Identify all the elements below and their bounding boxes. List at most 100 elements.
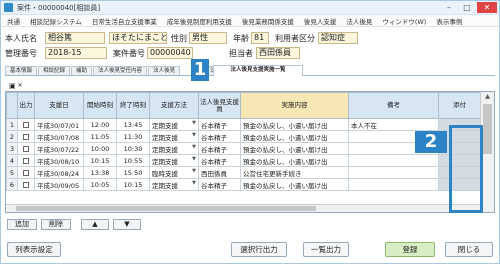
- dropdown-icon[interactable]: ▼: [192, 168, 196, 174]
- row-number[interactable]: 5: [6, 166, 18, 179]
- table-row[interactable]: 5 平成30/08/24 13:38 15:50 臨時支援 ▼ 西田係員 公営住宅更新手続き: [6, 166, 481, 179]
- table-row[interactable]: 6 平成30/09/05 10:05 10:15 定期支援 ▼ 谷本精子 預金の払戻し、小遣い…: [6, 178, 481, 191]
- menu-daily-life[interactable]: 日常生活自立支援事業: [92, 16, 157, 26]
- cell-note[interactable]: 本人不在: [348, 118, 439, 131]
- checkbox[interactable]: [23, 157, 29, 164]
- column-settings-button[interactable]: 列表示設定: [7, 242, 61, 257]
- scroll-up-icon[interactable]: ▲: [481, 92, 494, 102]
- close-button[interactable]: 閉じる: [445, 242, 493, 257]
- category-field[interactable]: 認知症: [318, 32, 358, 44]
- scroll-thumb[interactable]: [483, 104, 492, 154]
- header-method[interactable]: 支援方法: [149, 92, 199, 119]
- tab-basic-info[interactable]: 基本情報: [5, 66, 38, 75]
- maximize-icon[interactable]: □: [459, 2, 475, 13]
- header-staff[interactable]: 法人後見支援員: [198, 92, 241, 119]
- cell-start[interactable]: 12:00: [83, 118, 117, 131]
- cell-note[interactable]: [348, 166, 439, 179]
- sex-field[interactable]: 男性: [189, 32, 227, 44]
- menu-examples[interactable]: 表示事例: [436, 16, 462, 26]
- output-checkbox[interactable]: [17, 142, 35, 155]
- cell-end[interactable]: 11:30: [116, 130, 150, 143]
- output-checkbox[interactable]: [17, 166, 35, 179]
- menu-corporate-guardian[interactable]: 法人後見: [346, 16, 372, 26]
- close-icon[interactable]: ✕: [477, 2, 497, 13]
- row-number[interactable]: 3: [6, 142, 18, 155]
- tab-support-list-active[interactable]: 法人後見支援実施一覧: [213, 65, 303, 76]
- name-field[interactable]: 相谷篤: [45, 32, 105, 44]
- dropdown-icon[interactable]: ▼: [192, 180, 196, 186]
- cell-content[interactable]: 預金の払戻し、小遣い届け出: [240, 154, 349, 167]
- header-end[interactable]: 終了時刻: [116, 92, 150, 119]
- kana-field[interactable]: ほそたにまこと: [109, 32, 167, 44]
- cell-content[interactable]: 預金の払戻し、小遣い届け出: [240, 178, 349, 191]
- tab-assist[interactable]: 補助: [71, 66, 93, 75]
- menu-window[interactable]: ウィンドウ(W): [382, 16, 426, 26]
- cell-end[interactable]: 10:30: [116, 142, 150, 155]
- row-number[interactable]: 1: [6, 118, 18, 131]
- cell-content[interactable]: 預金の払戻し、小遣い届け出: [240, 130, 349, 143]
- dropdown-icon[interactable]: ▼: [192, 156, 196, 162]
- register-button[interactable]: 登録: [385, 242, 435, 257]
- checkbox[interactable]: [23, 181, 29, 188]
- dropdown-icon[interactable]: ▼: [192, 132, 196, 138]
- cell-staff[interactable]: 西田係員: [198, 166, 241, 179]
- move-down-button[interactable]: ▼: [113, 219, 141, 230]
- cell-end[interactable]: 15:50: [116, 166, 150, 179]
- checkbox[interactable]: [23, 133, 29, 140]
- cell-method[interactable]: 定期支援 ▼: [149, 154, 199, 167]
- checkbox[interactable]: [23, 145, 29, 152]
- table-row[interactable]: 1 平成30/07/01 12:00 13:45 定期支援 ▼ 谷本精子 預金の払戻し、小遣い…: [6, 118, 481, 131]
- header-start[interactable]: 開始時刻: [83, 92, 117, 119]
- header-note[interactable]: 備考: [348, 92, 439, 119]
- cell-note[interactable]: [348, 178, 439, 191]
- cell-end[interactable]: 10:15: [116, 178, 150, 191]
- cell-start[interactable]: 11:05: [83, 130, 117, 143]
- cell-staff[interactable]: 谷本精子: [198, 142, 241, 155]
- cell-content[interactable]: 預金の払戻し、小遣い届け出: [240, 118, 349, 131]
- table-row[interactable]: 4 平成30/08/10 10:15 10:55 定期支援 ▼ 谷本精子 預金の払戻し、小遣い…: [6, 154, 481, 167]
- hscroll-thumb[interactable]: [16, 206, 316, 211]
- dropdown-icon[interactable]: ▼: [192, 144, 196, 150]
- cell-content[interactable]: 公営住宅更新手続き: [240, 166, 349, 179]
- cell-content[interactable]: 預金の払戻し、小遣い届け出: [240, 142, 349, 155]
- cell-staff[interactable]: 谷本精子: [198, 118, 241, 131]
- row-number[interactable]: 2: [6, 130, 18, 143]
- grid-clear-icon[interactable]: ✕: [18, 82, 23, 90]
- output-checkbox[interactable]: [17, 118, 35, 131]
- age-field[interactable]: 81: [251, 32, 269, 44]
- person-field[interactable]: 西田係員: [256, 47, 300, 59]
- row-number[interactable]: 4: [6, 154, 18, 167]
- cell-staff[interactable]: 谷本精子: [198, 178, 241, 191]
- minimize-icon[interactable]: –: [441, 2, 457, 13]
- cell-date[interactable]: 平成30/08/10: [34, 154, 84, 167]
- mgmt-field[interactable]: 2018-15: [45, 47, 107, 59]
- tab-consult-record[interactable]: 相談記録: [38, 66, 71, 75]
- cell-start[interactable]: 13:38: [83, 166, 117, 179]
- cell-start[interactable]: 10:15: [83, 154, 117, 167]
- cell-end[interactable]: 10:55: [116, 154, 150, 167]
- cell-start[interactable]: 10:00: [83, 142, 117, 155]
- menu-guardianship-support[interactable]: 成年後見制度利用支援: [167, 16, 232, 26]
- menu-consult-record[interactable]: 相談記録システム: [30, 16, 82, 26]
- checkbox[interactable]: [23, 121, 29, 128]
- case-field[interactable]: 00000040: [147, 47, 193, 59]
- checkbox[interactable]: [23, 169, 29, 176]
- header-output[interactable]: 出力: [17, 92, 35, 119]
- cell-staff[interactable]: 谷本精子: [198, 130, 241, 143]
- add-row-button[interactable]: 追加: [7, 219, 37, 230]
- table-row[interactable]: 3 平成30/07/22 10:00 10:30 定期支援 ▼ 谷本精子 預金の払戻し、小遣い…: [6, 142, 481, 155]
- cell-note[interactable]: [348, 154, 439, 167]
- header-date[interactable]: 支援日: [34, 92, 84, 119]
- cell-staff[interactable]: 谷本精子: [198, 154, 241, 167]
- menu-guardian-business[interactable]: 後見業務関係支援: [242, 16, 294, 26]
- cell-date[interactable]: 平成30/07/01: [34, 118, 84, 131]
- cell-end[interactable]: 13:45: [116, 118, 150, 131]
- list-output-button[interactable]: 一覧出力: [303, 242, 349, 257]
- cell-method[interactable]: 定期支援 ▼: [149, 178, 199, 191]
- horizontal-scrollbar[interactable]: [6, 204, 480, 212]
- header-attach[interactable]: 添付: [438, 92, 481, 119]
- tab-corporate-guardian[interactable]: 法人後見: [148, 66, 181, 75]
- header-content[interactable]: 実施内容: [240, 92, 349, 119]
- dropdown-icon[interactable]: ▼: [192, 120, 196, 126]
- cell-method[interactable]: 定期支援 ▼: [149, 142, 199, 155]
